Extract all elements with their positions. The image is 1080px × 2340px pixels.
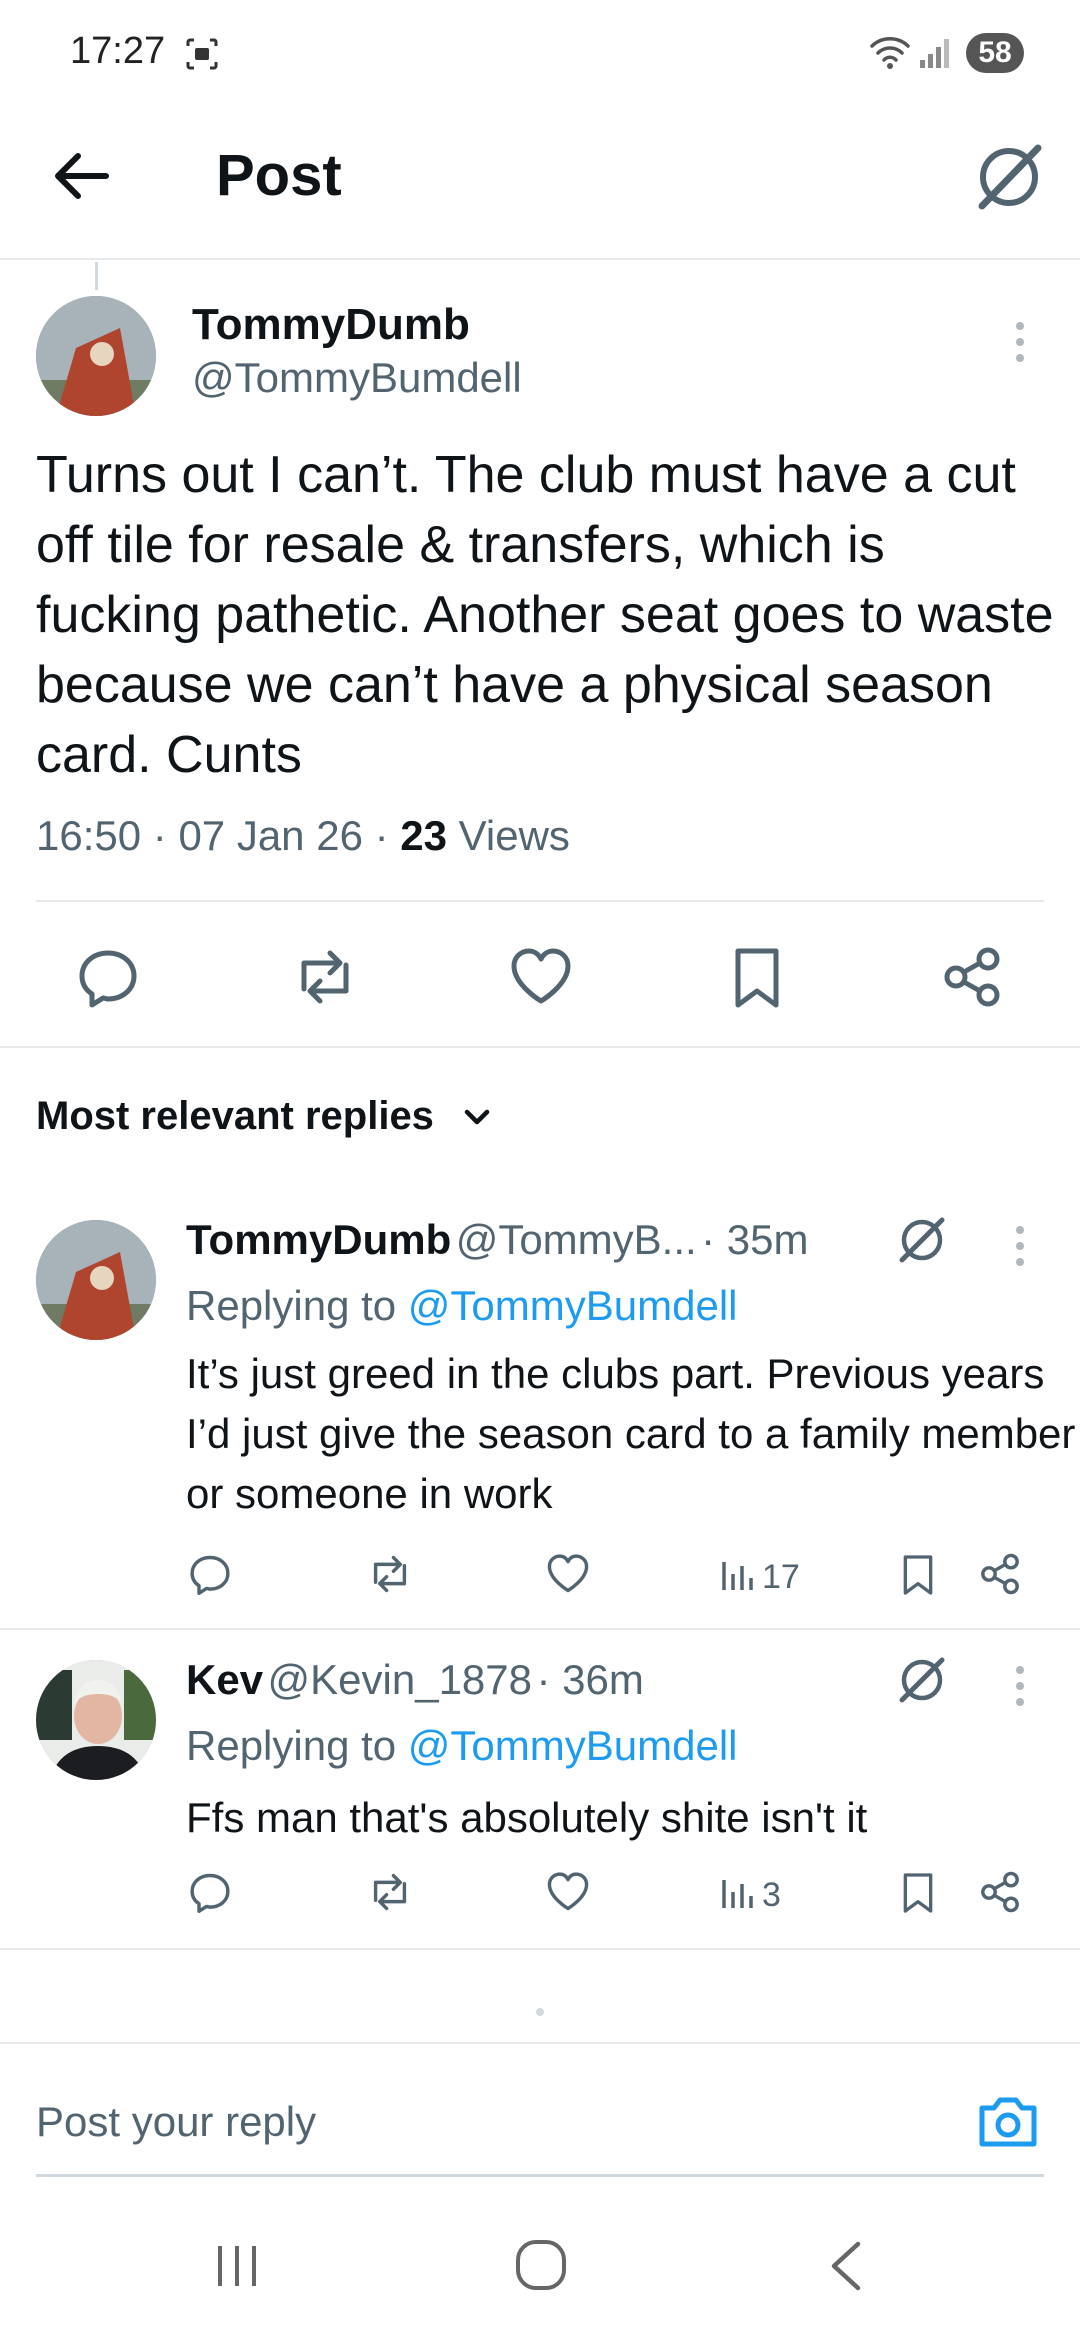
divider xyxy=(0,1046,1080,1048)
replies-sort-label: Most relevant replies xyxy=(36,1094,434,1138)
more-options-icon[interactable] xyxy=(1008,1224,1032,1268)
top-app-bar xyxy=(0,110,1080,260)
reply-author-handle[interactable]: @TommyB... xyxy=(456,1216,697,1263)
status-time: 17:27 xyxy=(70,30,166,72)
views-label: Views xyxy=(458,812,570,859)
reply-author-handle[interactable]: @Kevin_1878 xyxy=(268,1656,533,1703)
like-icon[interactable] xyxy=(545,1870,591,1914)
reply-icon[interactable] xyxy=(76,945,140,1009)
reply-input-underline xyxy=(36,2174,1044,2177)
bookmark-icon[interactable] xyxy=(900,1552,936,1598)
wifi-icon xyxy=(870,37,910,69)
replying-to: Replying to @TommyBumdell xyxy=(186,1722,738,1769)
post-time: 16:50 xyxy=(36,812,142,859)
repost-icon[interactable] xyxy=(366,1552,414,1596)
author-name[interactable]: TommyDumb xyxy=(192,300,470,350)
reply-views-count: 3 xyxy=(762,1876,781,1914)
reply-icon[interactable] xyxy=(188,1552,232,1596)
battery-indicator: 58 xyxy=(966,33,1024,73)
bookmark-icon[interactable] xyxy=(730,945,784,1011)
grok-icon[interactable] xyxy=(972,140,1046,214)
back-arrow-icon[interactable] xyxy=(50,146,116,206)
views-icon[interactable] xyxy=(720,1874,756,1910)
page-title: Post xyxy=(216,143,342,208)
reply-icon[interactable] xyxy=(188,1870,232,1914)
signal-icon xyxy=(920,39,949,68)
divider xyxy=(0,2042,1080,2044)
reply-age: 35m xyxy=(726,1216,809,1263)
system-nav-bar xyxy=(0,2180,1080,2340)
more-options-icon[interactable] xyxy=(1008,320,1032,364)
screenshot-icon xyxy=(186,38,218,70)
replies-sort-dropdown[interactable]: Most relevant replies xyxy=(36,1094,491,1139)
reply-age: 36m xyxy=(562,1656,644,1703)
reply-avatar[interactable] xyxy=(36,1660,156,1780)
loading-indicator xyxy=(536,2008,544,2016)
reply-input[interactable]: Post your reply xyxy=(36,2098,316,2146)
repost-icon[interactable] xyxy=(290,945,360,1009)
recent-apps-icon[interactable] xyxy=(212,2242,262,2290)
divider xyxy=(0,1948,1080,1950)
reply-author-name[interactable]: Kev xyxy=(186,1656,263,1703)
home-icon[interactable] xyxy=(514,2238,568,2292)
post-text: Turns out I can’t. The club must have a … xyxy=(36,446,1054,784)
like-icon[interactable] xyxy=(508,945,574,1009)
replying-to: Replying to @TommyBumdell xyxy=(186,1282,738,1329)
views-icon[interactable] xyxy=(720,1556,756,1592)
chevron-down-icon xyxy=(464,1110,490,1125)
grok-icon[interactable] xyxy=(896,1214,948,1266)
camera-icon[interactable] xyxy=(976,2092,1040,2150)
thread-connector xyxy=(95,262,98,290)
repost-icon[interactable] xyxy=(366,1870,414,1914)
replying-to-link[interactable]: @TommyBumdell xyxy=(408,1722,738,1769)
reply-text: It’s just greed in the clubs part. Previ… xyxy=(186,1350,1076,1517)
reply-header: TommyDumb @TommyB... · 35m xyxy=(186,1216,809,1263)
replying-to-link[interactable]: @TommyBumdell xyxy=(408,1282,738,1329)
reply-avatar[interactable] xyxy=(36,1220,156,1340)
divider xyxy=(0,1628,1080,1630)
reply-author-name[interactable]: TommyDumb xyxy=(186,1216,451,1263)
author-avatar[interactable] xyxy=(36,296,156,416)
share-icon[interactable] xyxy=(978,1870,1022,1914)
share-icon[interactable] xyxy=(940,945,1004,1009)
author-handle[interactable]: @TommyBumdell xyxy=(192,354,522,402)
reply-header: Kev @Kevin_1878 · 36m xyxy=(186,1656,644,1703)
views-count: 23 xyxy=(400,812,447,859)
back-nav-icon[interactable] xyxy=(826,2240,866,2292)
post-date: 07 Jan 26 xyxy=(178,812,363,859)
like-icon[interactable] xyxy=(545,1552,591,1596)
reply-text: Ffs man that's absolutely shite isn't it xyxy=(186,1794,868,1841)
post-meta: 16:50 · 07 Jan 26 · 23 Views xyxy=(36,812,570,859)
reply-views-count: 17 xyxy=(762,1558,800,1596)
divider xyxy=(36,900,1044,902)
status-bar: 17:27 58 xyxy=(0,0,1080,110)
share-icon[interactable] xyxy=(978,1552,1022,1596)
grok-icon[interactable] xyxy=(896,1654,948,1706)
more-options-icon[interactable] xyxy=(1008,1664,1032,1708)
bookmark-icon[interactable] xyxy=(900,1870,936,1916)
